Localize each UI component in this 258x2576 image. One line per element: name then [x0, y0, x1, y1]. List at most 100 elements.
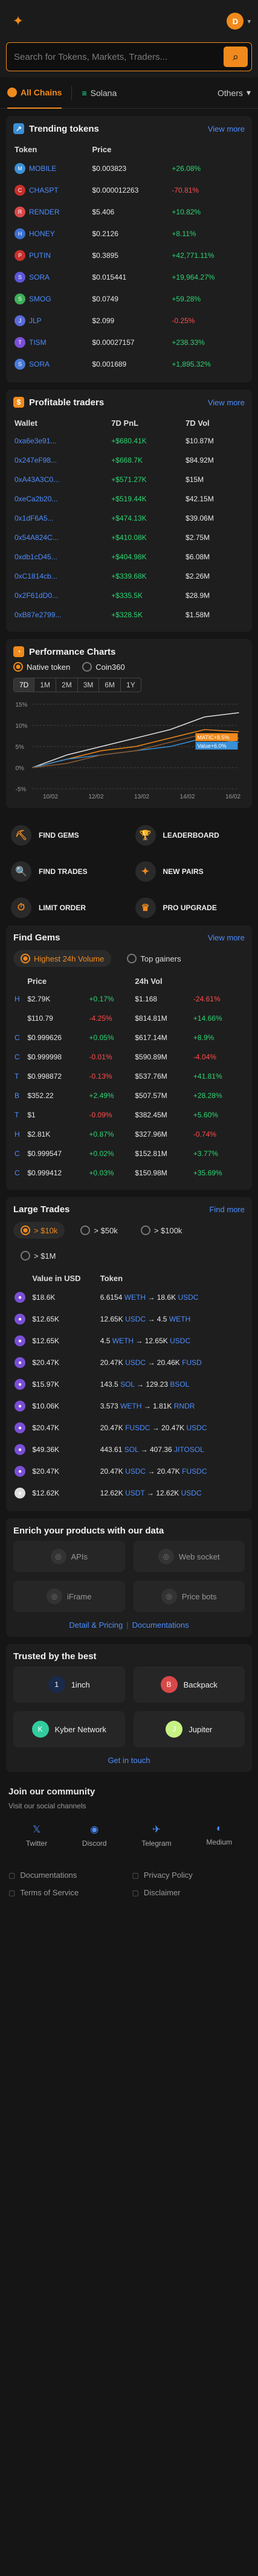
table-row[interactable]: 0x1dF6A5... +$474.13K $39.06M	[13, 509, 245, 528]
wallet-address[interactable]: 0x1dF6A5...	[13, 509, 110, 528]
gem-token-icon[interactable]: H	[13, 1125, 26, 1144]
gem-token-icon[interactable]: C	[13, 1144, 26, 1163]
trade-filter[interactable]: > $10k	[13, 1222, 65, 1239]
menu-find-trades[interactable]: 🔍 FIND TRADES	[11, 861, 123, 882]
partner-tile[interactable]: J Jupiter	[133, 1711, 245, 1747]
footer-link[interactable]: ▢ Documentations	[8, 1871, 126, 1880]
tab-solana[interactable]: ≡ Solana	[82, 77, 117, 109]
bird-logo-icon[interactable]: ✦	[7, 10, 29, 32]
table-row[interactable]: ● $18.6K 6.6154 WETH → 18.6K USDC	[13, 1286, 245, 1308]
table-row[interactable]: C $0.999626 +0.05% $617.14M +8.9%	[13, 1028, 245, 1047]
table-row[interactable]: 0x54A824C... +$410.08K $2.75M	[13, 528, 245, 547]
table-row[interactable]: $110.79 -4.25% $814.81M +14.66%	[13, 1009, 245, 1028]
search-input[interactable]	[7, 43, 220, 71]
token-name[interactable]: TISM	[29, 338, 47, 347]
from-token[interactable]: USDC	[125, 1467, 146, 1476]
token-name[interactable]: RENDER	[29, 208, 60, 216]
range-tab[interactable]: 3M	[78, 678, 100, 692]
table-row[interactable]: ● $12.65K 4.5 WETH → 12.65K USDC	[13, 1330, 245, 1352]
token-name[interactable]: SMOG	[29, 295, 51, 303]
table-row[interactable]: C CHASPT $0.000012263 -70.81%	[13, 179, 245, 201]
from-token[interactable]: SOL	[124, 1445, 139, 1454]
table-row[interactable]: H $2.81K +0.87% $327.96M -0.74%	[13, 1125, 245, 1144]
token-name[interactable]: MOBILE	[29, 164, 56, 173]
to-token[interactable]: USDC	[181, 1489, 202, 1497]
table-row[interactable]: B $352.22 +2.49% $507.57M +28.28%	[13, 1086, 245, 1105]
table-row[interactable]: ● $12.65K 12.65K USDC → 4.5 WETH	[13, 1308, 245, 1330]
social-link[interactable]: ◉ Discord	[82, 1823, 107, 1848]
menu-leaderboard[interactable]: 🏆 LEADERBOARD	[135, 825, 248, 846]
product-tile[interactable]: ◎ Price bots	[133, 1581, 245, 1612]
table-row[interactable]: ● $12.62K 12.62K USDT → 12.62K USDC	[13, 1482, 245, 1504]
table-row[interactable]: C $0.999998 -0.01% $590.89M -4.04%	[13, 1047, 245, 1067]
table-row[interactable]: 0x247eF98... +$668.7K $84.92M	[13, 451, 245, 470]
token-name[interactable]: PUTIN	[29, 251, 51, 260]
token-name[interactable]: CHASPT	[29, 186, 59, 194]
to-token[interactable]: BSOL	[170, 1380, 189, 1389]
view-more-link[interactable]: View more	[208, 398, 245, 407]
table-row[interactable]: 0xC1814cb... +$339.68K $2.26M	[13, 567, 245, 586]
range-tab[interactable]: 6M	[99, 678, 121, 692]
table-row[interactable]: C $0.999547 +0.02% $152.81M +3.77%	[13, 1144, 245, 1163]
gem-token-icon[interactable]: C	[13, 1028, 26, 1047]
product-tile[interactable]: ◎ APIs	[13, 1541, 125, 1572]
from-token[interactable]: USDC	[125, 1358, 146, 1367]
gem-token-icon[interactable]: T	[13, 1067, 26, 1086]
account-menu[interactable]: D ▾	[227, 13, 251, 30]
gem-token-icon[interactable]: C	[13, 1047, 26, 1067]
tab-top-gainers[interactable]: Top gainers	[120, 950, 188, 967]
range-tab[interactable]: 1Y	[121, 678, 141, 692]
to-token[interactable]: USDC	[187, 1424, 207, 1432]
footer-link[interactable]: ▢ Terms of Service	[8, 1888, 126, 1897]
table-row[interactable]: T $1 -0.09% $382.45M +5.60%	[13, 1105, 245, 1125]
wallet-address[interactable]: 0xB87e2799...	[13, 605, 110, 625]
from-token[interactable]: USDT	[125, 1489, 144, 1497]
avatar[interactable]: D	[227, 13, 244, 30]
from-token[interactable]: WETH	[120, 1402, 141, 1410]
gem-token-icon[interactable]: H	[13, 989, 26, 1009]
wallet-address[interactable]: 0xA43A3C0...	[13, 470, 110, 489]
search-icon[interactable]: ⌕	[224, 47, 248, 67]
table-row[interactable]: 0xB87e2799... +$328.5K $1.58M	[13, 605, 245, 625]
to-token[interactable]: FUSDC	[182, 1467, 207, 1476]
token-name[interactable]: SORA	[29, 360, 50, 368]
wallet-address[interactable]: 0x247eF98...	[13, 451, 110, 470]
table-row[interactable]: M MOBILE $0.003823 +26.08%	[13, 158, 245, 179]
get-in-touch-link[interactable]: Get in touch	[13, 1756, 245, 1765]
wallet-address[interactable]: 0xeCa2b20...	[13, 489, 110, 509]
partner-tile[interactable]: K Kyber Network	[13, 1711, 125, 1747]
wallet-address[interactable]: 0xa6e3e91...	[13, 431, 110, 451]
table-row[interactable]: 0xdb1cD45... +$404.98K $6.08M	[13, 547, 245, 567]
partner-tile[interactable]: 1 1inch	[13, 1666, 125, 1703]
table-row[interactable]: ● $10.06K 3.573 WETH → 1.81K RNDR	[13, 1395, 245, 1417]
table-row[interactable]: 0xa6e3e91... +$680.41K $10.87M	[13, 431, 245, 451]
to-token[interactable]: USDC	[170, 1337, 190, 1345]
tab-all-chains[interactable]: All Chains	[7, 77, 62, 109]
footer-link[interactable]: ▢ Disclaimer	[132, 1888, 250, 1897]
to-token[interactable]: USDC	[178, 1293, 198, 1302]
table-row[interactable]: P PUTIN $0.3895 +42,771.11%	[13, 245, 245, 266]
table-row[interactable]: ● $20.47K 20.47K USDC → 20.46K FUSD	[13, 1352, 245, 1373]
table-row[interactable]: H $2.79K +0.17% $1.168 -24.61%	[13, 989, 245, 1009]
find-more-link[interactable]: Find more	[209, 1205, 245, 1214]
table-row[interactable]: 0x2F61dD0... +$335.5K $28.9M	[13, 586, 245, 605]
table-row[interactable]: J JLP $2.099 -0.25%	[13, 310, 245, 332]
trade-filter[interactable]: > $1M	[13, 1247, 63, 1264]
table-row[interactable]: R RENDER $5.406 +10.82%	[13, 201, 245, 223]
menu-pro-upgrade[interactable]: ♛ PRO UPGRADE	[135, 898, 248, 918]
table-row[interactable]: S SMOG $0.0749 +59.28%	[13, 288, 245, 310]
token-name[interactable]: HONEY	[29, 230, 55, 238]
gem-token-icon[interactable]: C	[13, 1163, 26, 1183]
social-link[interactable]: 𝕏 Twitter	[26, 1823, 47, 1848]
table-row[interactable]: ● $15.97K 143.5 SOL → 129.23 BSOL	[13, 1373, 245, 1395]
from-token[interactable]: FUSDC	[125, 1424, 150, 1432]
gem-token-icon[interactable]	[13, 1009, 26, 1028]
social-link[interactable]: ✈ Telegram	[141, 1823, 171, 1848]
table-row[interactable]: 0xeCa2b20... +$519.44K $42.15M	[13, 489, 245, 509]
to-token[interactable]: WETH	[169, 1315, 190, 1323]
table-row[interactable]: S SORA $0.015441 +19,964.27%	[13, 266, 245, 288]
wallet-address[interactable]: 0x2F61dD0...	[13, 586, 110, 605]
gem-token-icon[interactable]: T	[13, 1105, 26, 1125]
to-token[interactable]: RNDR	[174, 1402, 195, 1410]
chevron-down-icon[interactable]: ▾	[247, 18, 251, 25]
